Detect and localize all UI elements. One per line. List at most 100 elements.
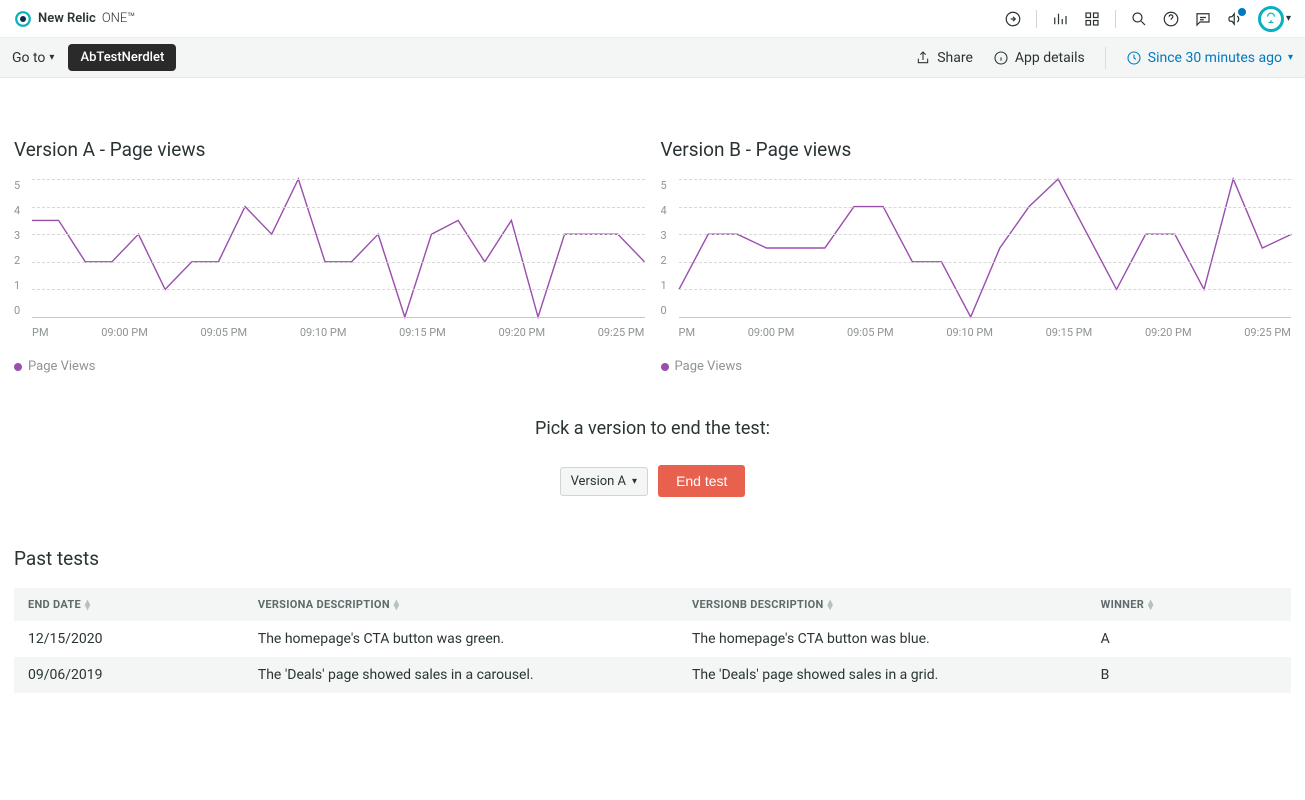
chevron-down-icon: ▾ — [1288, 52, 1293, 63]
version-select[interactable]: Version A ▾ — [560, 467, 649, 496]
x-axis: PM 09:00 PM 09:05 PM 09:10 PM 09:15 PM 0… — [679, 326, 1292, 339]
user-menu[interactable]: ▾ — [1258, 6, 1291, 32]
timepicker-label: Since 30 minutes ago — [1148, 50, 1282, 66]
apps-icon[interactable] — [1083, 10, 1101, 28]
x-tick: 09:00 PM — [101, 326, 148, 339]
chevron-down-icon: ▾ — [632, 476, 637, 487]
share-button[interactable]: Share — [915, 50, 973, 66]
end-test-title: Pick a version to end the test: — [14, 418, 1291, 439]
y-tick: 1 — [661, 279, 675, 292]
table-cell: A — [1087, 621, 1291, 657]
content: Version A - Page views 5 4 3 2 1 0 — [0, 78, 1305, 703]
table-cell: 09/06/2019 — [14, 657, 244, 693]
app-details-button[interactable]: App details — [993, 50, 1085, 66]
chart-version-b: Version B - Page views 5 4 3 2 1 0 — [661, 138, 1292, 374]
charts-row: Version A - Page views 5 4 3 2 1 0 — [14, 138, 1291, 374]
chart-icon[interactable] — [1051, 10, 1069, 28]
table-cell: 12/15/2020 — [14, 621, 244, 657]
table-cell: The 'Deals' page showed sales in a carou… — [244, 657, 678, 693]
table-cell: The homepage's CTA button was green. — [244, 621, 678, 657]
y-tick: 5 — [661, 179, 675, 192]
y-tick: 0 — [14, 304, 28, 317]
y-tick: 1 — [14, 279, 28, 292]
chevron-down-icon: ▾ — [1286, 13, 1291, 24]
sort-icon: ▴▾ — [85, 600, 90, 610]
table-header-row: END DATE▴▾ VERSIONA DESCRIPTION▴▾ VERSIO… — [14, 588, 1291, 621]
subheader: Go to ▾ AbTestNerdlet Share App details … — [0, 38, 1305, 78]
chart-version-a: Version A - Page views 5 4 3 2 1 0 — [14, 138, 645, 374]
goto-dropdown[interactable]: Go to ▾ — [12, 50, 54, 66]
legend-dot — [661, 363, 669, 371]
table-cell: B — [1087, 657, 1291, 693]
nerdlet-pill[interactable]: AbTestNerdlet — [68, 44, 176, 71]
y-tick: 5 — [14, 179, 28, 192]
table-cell: The 'Deals' page showed sales in a grid. — [678, 657, 1087, 693]
help-icon[interactable] — [1162, 10, 1180, 28]
brand-suffix: ONE™ — [102, 11, 135, 26]
legend-label: Page Views — [675, 359, 742, 374]
x-axis: PM 09:00 PM 09:05 PM 09:10 PM 09:15 PM 0… — [32, 326, 645, 339]
chart-body[interactable]: 5 4 3 2 1 0 PM 09 — [14, 179, 645, 339]
avatar — [1258, 6, 1284, 32]
chart-body[interactable]: 5 4 3 2 1 0 PM 09 — [661, 179, 1292, 339]
y-tick: 0 — [661, 304, 675, 317]
x-tick: 09:05 PM — [847, 326, 894, 339]
y-axis: 5 4 3 2 1 0 — [14, 179, 28, 317]
x-tick: 09:20 PM — [1145, 326, 1192, 339]
y-tick: 4 — [661, 204, 675, 217]
y-tick: 4 — [14, 204, 28, 217]
timepicker[interactable]: Since 30 minutes ago ▾ — [1126, 50, 1293, 66]
y-tick: 3 — [661, 229, 675, 242]
end-test-button[interactable]: End test — [658, 465, 745, 497]
announce-icon[interactable] — [1226, 10, 1244, 28]
col-end-date[interactable]: END DATE▴▾ — [14, 588, 244, 621]
x-tick: 09:15 PM — [1046, 326, 1093, 339]
topbar: New Relic ONE™ ▾ — [0, 0, 1305, 38]
sort-icon: ▴▾ — [394, 600, 399, 610]
chart-title: Version A - Page views — [14, 138, 645, 161]
line-series-b — [679, 179, 1292, 317]
x-tick: 09:15 PM — [399, 326, 446, 339]
col-versiona[interactable]: VERSIONA DESCRIPTION▴▾ — [244, 588, 678, 621]
feedback-icon[interactable] — [1194, 10, 1212, 28]
past-tests-table: END DATE▴▾ VERSIONA DESCRIPTION▴▾ VERSIO… — [14, 588, 1291, 693]
separator — [1105, 47, 1106, 69]
app-details-label: App details — [1015, 50, 1085, 66]
x-tick: 09:00 PM — [748, 326, 795, 339]
search-icon[interactable] — [1130, 10, 1148, 28]
brand[interactable]: New Relic ONE™ — [14, 10, 135, 28]
y-tick: 2 — [14, 254, 28, 267]
x-tick: 09:20 PM — [498, 326, 545, 339]
chart-legend: Page Views — [14, 359, 645, 374]
separator — [1115, 10, 1116, 28]
query-icon[interactable] — [1004, 10, 1022, 28]
x-tick: PM — [32, 326, 49, 339]
plot-area — [32, 179, 645, 317]
table-row: 09/06/2019The 'Deals' page showed sales … — [14, 657, 1291, 693]
past-tests-title: Past tests — [14, 547, 1291, 570]
x-tick: 09:05 PM — [201, 326, 248, 339]
chevron-down-icon: ▾ — [49, 52, 54, 63]
col-versionb[interactable]: VERSIONB DESCRIPTION▴▾ — [678, 588, 1087, 621]
share-label: Share — [937, 50, 973, 66]
chart-title: Version B - Page views — [661, 138, 1292, 161]
table-cell: The homepage's CTA button was blue. — [678, 621, 1087, 657]
table-row: 12/15/2020The homepage's CTA button was … — [14, 621, 1291, 657]
sort-icon: ▴▾ — [1148, 600, 1153, 610]
x-tick: 09:10 PM — [946, 326, 993, 339]
legend-label: Page Views — [28, 359, 95, 374]
x-tick: 09:25 PM — [1244, 326, 1291, 339]
col-winner[interactable]: WINNER▴▾ — [1087, 588, 1291, 621]
separator — [1036, 10, 1037, 28]
chart-legend: Page Views — [661, 359, 1292, 374]
line-series-a — [32, 179, 645, 317]
x-tick: PM — [679, 326, 696, 339]
y-tick: 3 — [14, 229, 28, 242]
x-tick: 09:25 PM — [598, 326, 645, 339]
legend-dot — [14, 363, 22, 371]
x-tick: 09:10 PM — [300, 326, 347, 339]
logo-icon — [14, 10, 32, 28]
y-axis: 5 4 3 2 1 0 — [661, 179, 675, 317]
end-test-section: Pick a version to end the test: Version … — [14, 418, 1291, 497]
goto-label: Go to — [12, 50, 45, 66]
